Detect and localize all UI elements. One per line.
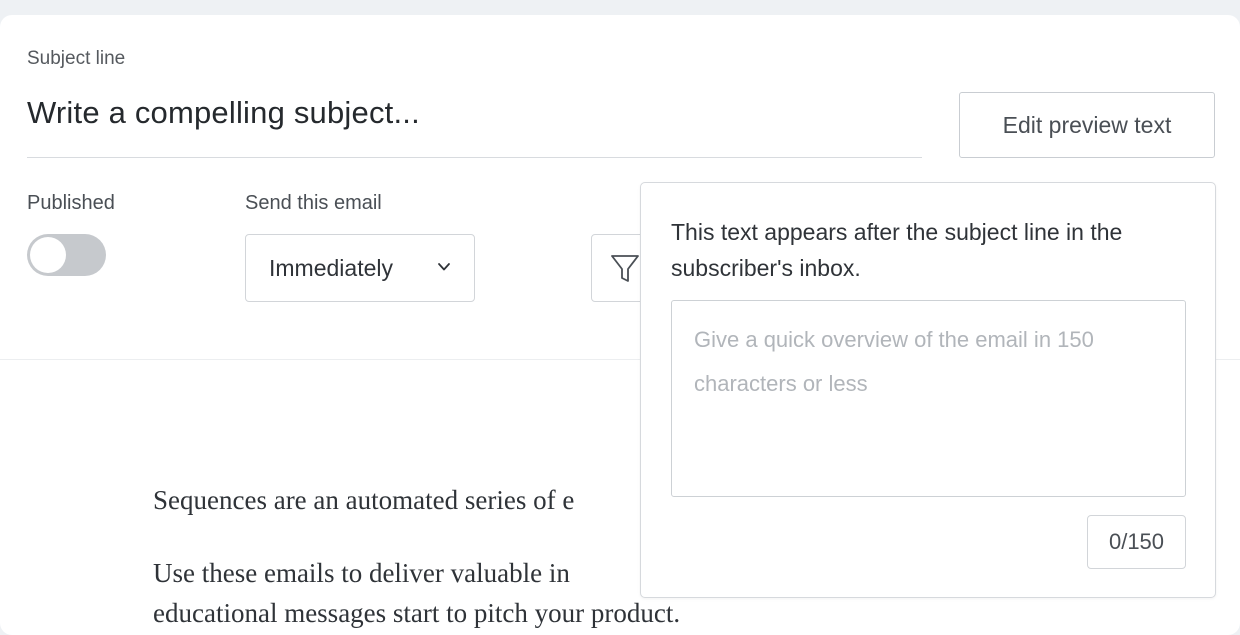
- preview-text-description: This text appears after the subject line…: [671, 219, 1123, 281]
- published-toggle[interactable]: [27, 234, 106, 276]
- send-this-email-label: Send this email: [245, 192, 382, 214]
- body-paragraph-1: Sequences are an automated series of e: [153, 485, 575, 515]
- preview-text-input[interactable]: [671, 300, 1186, 497]
- subject-line-input[interactable]: Write a compelling subject...: [27, 92, 922, 158]
- subject-line-label: Subject line: [27, 48, 126, 69]
- send-timing-select[interactable]: Immediately: [245, 234, 475, 302]
- toggle-knob: [30, 237, 66, 273]
- chevron-down-icon: [438, 263, 450, 271]
- send-timing-value: Immediately: [269, 254, 393, 281]
- preview-text-popover: This text appears after the subject line…: [640, 182, 1216, 598]
- edit-preview-text-button[interactable]: Edit preview text: [959, 92, 1215, 158]
- body-paragraph-2: Use these emails to deliver valuable in: [153, 558, 570, 588]
- body-paragraph-2-line-2: educational messages start to pitch your…: [153, 598, 681, 628]
- filter-icon: [611, 255, 639, 282]
- character-counter: 0/150: [1087, 515, 1186, 569]
- published-label: Published: [27, 192, 115, 214]
